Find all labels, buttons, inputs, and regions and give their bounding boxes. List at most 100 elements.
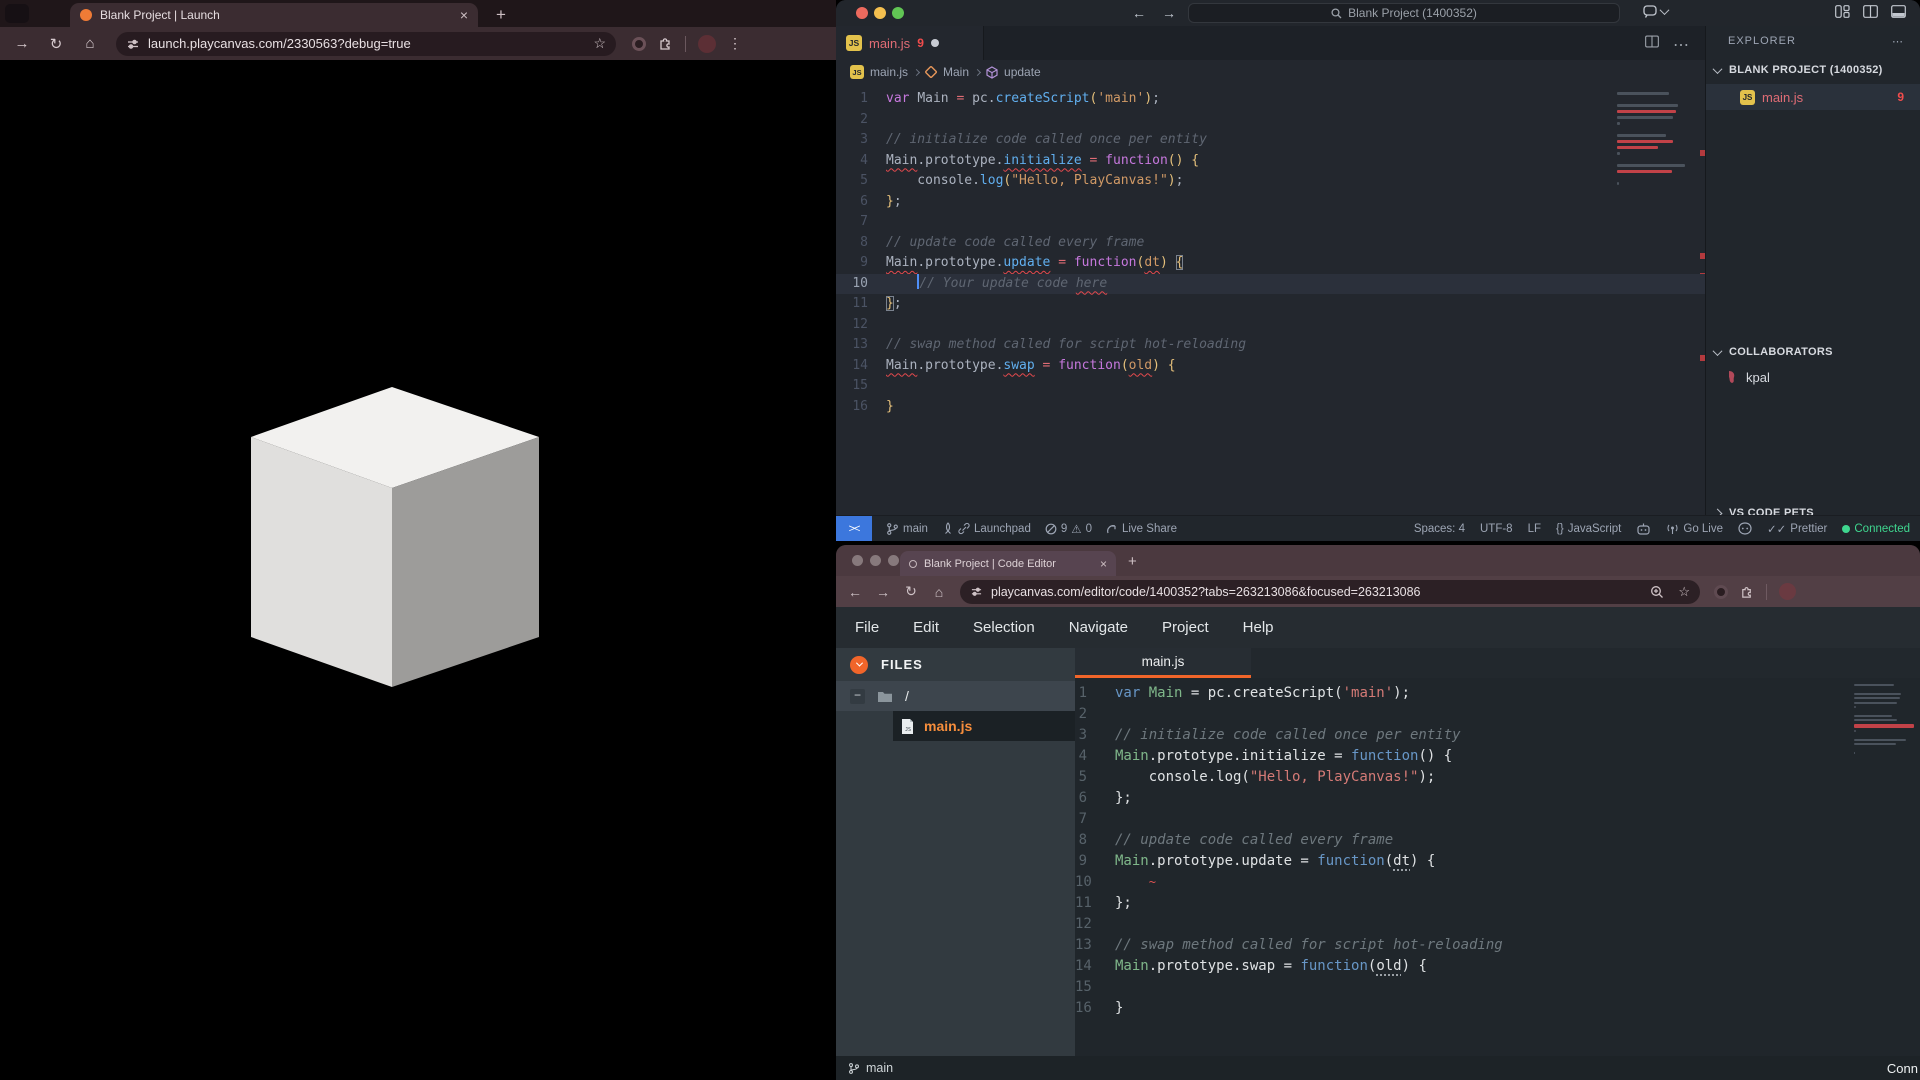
code-line-10[interactable]: 10 // Your update code here [836, 274, 1705, 295]
code-line-6[interactable]: 6}; [836, 192, 1705, 213]
profile-avatar[interactable] [698, 35, 716, 53]
macos-close-button[interactable] [852, 555, 863, 566]
live-share-indicator[interactable]: Live Share [1106, 523, 1177, 535]
history-forward-icon[interactable]: → [1162, 5, 1176, 21]
code-line-4[interactable]: 4Main.prototype.initialize = function() … [1075, 746, 1920, 767]
customize-layout-icon[interactable] [1835, 5, 1850, 18]
code-line-1[interactable]: 1var Main = pc.createScript('main'); [836, 89, 1705, 110]
vscode-editor[interactable]: 1var Main = pc.createScript('main');23//… [836, 84, 1705, 515]
code-line-4[interactable]: 4Main.prototype.initialize = function() … [836, 151, 1705, 172]
vscode-titlebar[interactable]: ← → Blank Project (1400352) [836, 0, 1920, 26]
indentation-indicator[interactable]: Spaces: 4 [1414, 523, 1465, 535]
forward-icon[interactable]: → [10, 35, 34, 52]
code-line-14[interactable]: 14Main.prototype.swap = function(old) { [1075, 956, 1920, 977]
collapse-icon[interactable]: − [850, 689, 865, 704]
code-line-7[interactable]: 7 [836, 212, 1705, 233]
left-url-text[interactable]: launch.playcanvas.com/2330563?debug=true [148, 36, 585, 51]
copilot-icon[interactable] [1643, 5, 1668, 18]
toggle-panel-icon[interactable] [1891, 5, 1906, 18]
code-line-16[interactable]: 16} [1075, 998, 1920, 1019]
extension-badge-icon[interactable] [632, 37, 646, 51]
code-line-16[interactable]: 16} [836, 397, 1705, 418]
macos-close-button[interactable] [856, 7, 868, 19]
reload-icon[interactable]: ↻ [902, 583, 920, 600]
breadcrumb-file[interactable]: main.js [870, 65, 908, 79]
close-tab-icon[interactable]: × [1100, 558, 1107, 570]
site-settings-icon[interactable] [970, 586, 983, 597]
history-back-icon[interactable]: ← [1132, 5, 1146, 21]
menu-navigate[interactable]: Navigate [1069, 619, 1128, 636]
menu-help[interactable]: Help [1243, 619, 1274, 636]
code-line-7[interactable]: 7 [1075, 809, 1920, 830]
section-collaborators[interactable]: COLLABORATORS [1706, 340, 1920, 364]
pc-branch-indicator[interactable]: main [848, 1061, 893, 1075]
branch-indicator[interactable]: main [886, 522, 928, 536]
copilot-status-icon[interactable] [1738, 522, 1752, 535]
macos-zoom-button[interactable] [888, 555, 899, 566]
code-line-11[interactable]: 11}; [1075, 893, 1920, 914]
code-line-9[interactable]: 9Main.prototype.update = function(dt) { [836, 253, 1705, 274]
remote-indicator[interactable]: >< [836, 516, 872, 541]
new-tab-button[interactable]: + [496, 5, 506, 25]
menu-edit[interactable]: Edit [913, 619, 939, 636]
bookmark-star-icon[interactable]: ☆ [593, 35, 606, 52]
code-line-3[interactable]: 3// initialize code called once per enti… [836, 130, 1705, 151]
code-line-2[interactable]: 2 [836, 110, 1705, 131]
breadcrumb[interactable]: JS main.js Main update [836, 60, 1705, 84]
code-line-8[interactable]: 8// update code called every frame [1075, 830, 1920, 851]
reload-icon[interactable]: ↻ [44, 35, 68, 53]
tab-main-js[interactable]: JS main.js 9 [836, 26, 984, 60]
left-browser-tab[interactable]: Blank Project | Launch × [70, 3, 478, 27]
code-line-14[interactable]: 14Main.prototype.swap = function(old) { [836, 356, 1705, 377]
code-line-2[interactable]: 2 [1075, 704, 1920, 725]
pet-robot-icon[interactable] [1636, 522, 1651, 535]
breadcrumb-class[interactable]: Main [943, 65, 969, 79]
code-line-9[interactable]: 9Main.prototype.update = function(dt) { [1075, 851, 1920, 872]
zoom-icon[interactable] [1650, 585, 1664, 599]
left-address-bar[interactable]: launch.playcanvas.com/2330563?debug=true… [116, 32, 616, 56]
problems-indicator[interactable]: 9 ⚠ 0 [1045, 522, 1092, 536]
explorer-more-icon[interactable]: ⋯ [1892, 35, 1904, 48]
code-line-10[interactable]: 10 ~ [1075, 872, 1920, 893]
breadcrumb-method[interactable]: update [1004, 65, 1041, 79]
extensions-puzzle-icon[interactable] [1740, 585, 1754, 599]
files-root-row[interactable]: − / [836, 681, 1075, 711]
split-editor-icon[interactable] [1863, 5, 1878, 18]
code-line-15[interactable]: 15 [836, 376, 1705, 397]
code-line-6[interactable]: 6}; [1075, 788, 1920, 809]
bottom-titlebar[interactable]: Blank Project | Code Editor × + [836, 545, 1920, 576]
menu-file[interactable]: File [855, 619, 879, 636]
code-line-12[interactable]: 12 [836, 315, 1705, 336]
pc-minimap[interactable] [1854, 684, 1914, 756]
command-center-search[interactable]: Blank Project (1400352) [1188, 3, 1620, 23]
bookmark-star-icon[interactable]: ☆ [1678, 584, 1690, 600]
bottom-address-bar[interactable]: playcanvas.com/editor/code/1400352?tabs=… [960, 580, 1700, 604]
pc-code-area[interactable]: 1var Main = pc.createScript('main');23//… [1075, 678, 1920, 1056]
code-line-5[interactable]: 5 console.log("Hello, PlayCanvas!"); [1075, 767, 1920, 788]
code-line-3[interactable]: 3// initialize code called once per enti… [1075, 725, 1920, 746]
playcanvas-logo-icon[interactable] [850, 656, 868, 674]
explorer-file-main-js[interactable]: JS main.js 9 [1706, 84, 1920, 110]
files-panel-header[interactable]: FILES [836, 648, 1075, 681]
code-line-8[interactable]: 8// update code called every frame [836, 233, 1705, 254]
bottom-url-text[interactable]: playcanvas.com/editor/code/1400352?tabs=… [991, 585, 1642, 599]
back-icon[interactable]: ← [846, 584, 864, 600]
split-editor-right-icon[interactable] [1645, 35, 1659, 48]
new-tab-button[interactable]: + [1128, 553, 1137, 570]
editor-more-actions-icon[interactable]: ⋯ [1673, 35, 1689, 55]
playcanvas-launch-viewport[interactable] [0, 60, 836, 1080]
files-file-row[interactable]: JS main.js [836, 711, 1075, 741]
browser-menu-icon[interactable]: ⋮ [728, 35, 742, 52]
site-settings-icon[interactable] [126, 38, 140, 50]
eol-indicator[interactable]: LF [1528, 523, 1541, 535]
macos-minimize-button[interactable] [870, 555, 881, 566]
go-live-indicator[interactable]: Go Live [1666, 523, 1723, 535]
unsaved-dot-icon[interactable] [931, 39, 939, 47]
encoding-indicator[interactable]: UTF-8 [1480, 523, 1513, 535]
home-icon[interactable]: ⌂ [78, 35, 102, 52]
forward-icon[interactable]: → [874, 584, 892, 600]
prettier-indicator[interactable]: ✓✓ Prettier [1767, 522, 1827, 536]
window-controls-area[interactable] [5, 4, 29, 23]
home-icon[interactable]: ⌂ [930, 584, 948, 600]
extensions-puzzle-icon[interactable] [658, 36, 673, 51]
